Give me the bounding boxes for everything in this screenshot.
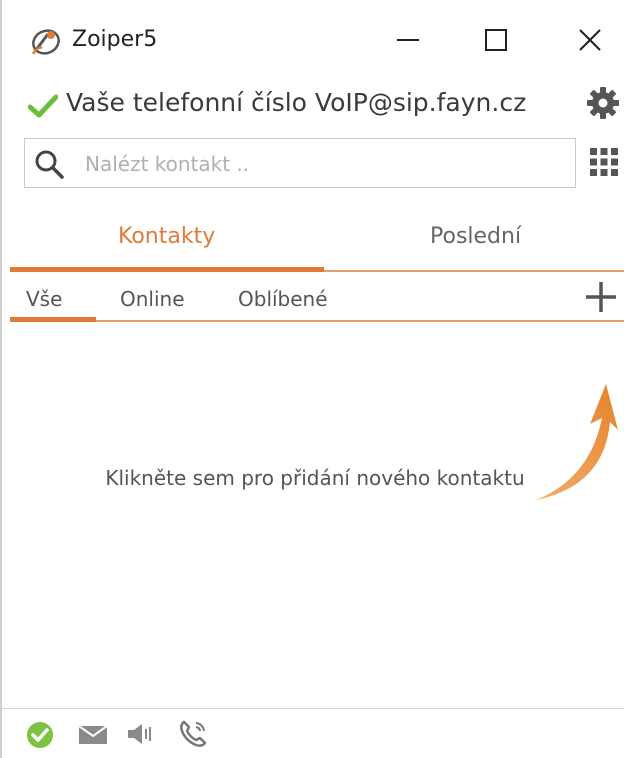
minimize-icon bbox=[397, 39, 419, 41]
filter-tab-favorites[interactable]: Oblíbené bbox=[238, 287, 328, 311]
filter-tab-all[interactable]: Vše bbox=[26, 287, 62, 311]
maximize-icon bbox=[485, 29, 507, 51]
minimize-button[interactable] bbox=[380, 18, 436, 62]
account-status-row[interactable]: Vaše telefonní číslo VoIP@sip.fayn.cz bbox=[2, 80, 624, 130]
filter-tab-online[interactable]: Online bbox=[120, 287, 185, 311]
close-icon bbox=[579, 29, 601, 51]
zoiper-window: Zoiper5 Vaše telefonní číslo VoIP@sip.fa… bbox=[0, 0, 624, 758]
close-button[interactable] bbox=[562, 18, 618, 62]
phone-icon[interactable] bbox=[178, 719, 208, 753]
dialpad-icon[interactable] bbox=[588, 146, 620, 178]
window-title: Zoiper5 bbox=[72, 27, 158, 52]
search-icon bbox=[33, 148, 65, 180]
maximize-button[interactable] bbox=[468, 18, 524, 62]
empty-hint-text[interactable]: Klikněte sem pro přidání nového kontaktu bbox=[100, 460, 530, 496]
title-bar: Zoiper5 bbox=[2, 0, 624, 80]
speaker-icon[interactable] bbox=[126, 723, 158, 749]
arrow-icon bbox=[530, 378, 624, 508]
zoiper-logo-icon bbox=[28, 24, 62, 58]
search-input[interactable] bbox=[83, 139, 567, 189]
checkmark-icon bbox=[27, 94, 59, 118]
plus-icon bbox=[586, 282, 616, 312]
tab-kontakty[interactable]: Kontakty bbox=[118, 224, 215, 249]
account-status-text: Vaše telefonní číslo VoIP@sip.fayn.cz bbox=[66, 88, 527, 117]
status-ok-icon[interactable] bbox=[26, 721, 54, 753]
contacts-empty-area[interactable]: Klikněte sem pro přidání nového kontaktu bbox=[10, 322, 624, 708]
main-tabs: Kontakty Poslední bbox=[10, 200, 624, 272]
gear-icon[interactable] bbox=[586, 86, 620, 120]
tab-posledni[interactable]: Poslední bbox=[430, 224, 521, 249]
contact-filter-tabs: Vše Online Oblíbené bbox=[10, 272, 624, 322]
add-contact-button[interactable] bbox=[582, 278, 620, 316]
bottom-status-bar bbox=[2, 708, 624, 758]
search-box[interactable] bbox=[24, 138, 576, 189]
envelope-icon[interactable] bbox=[78, 725, 108, 749]
